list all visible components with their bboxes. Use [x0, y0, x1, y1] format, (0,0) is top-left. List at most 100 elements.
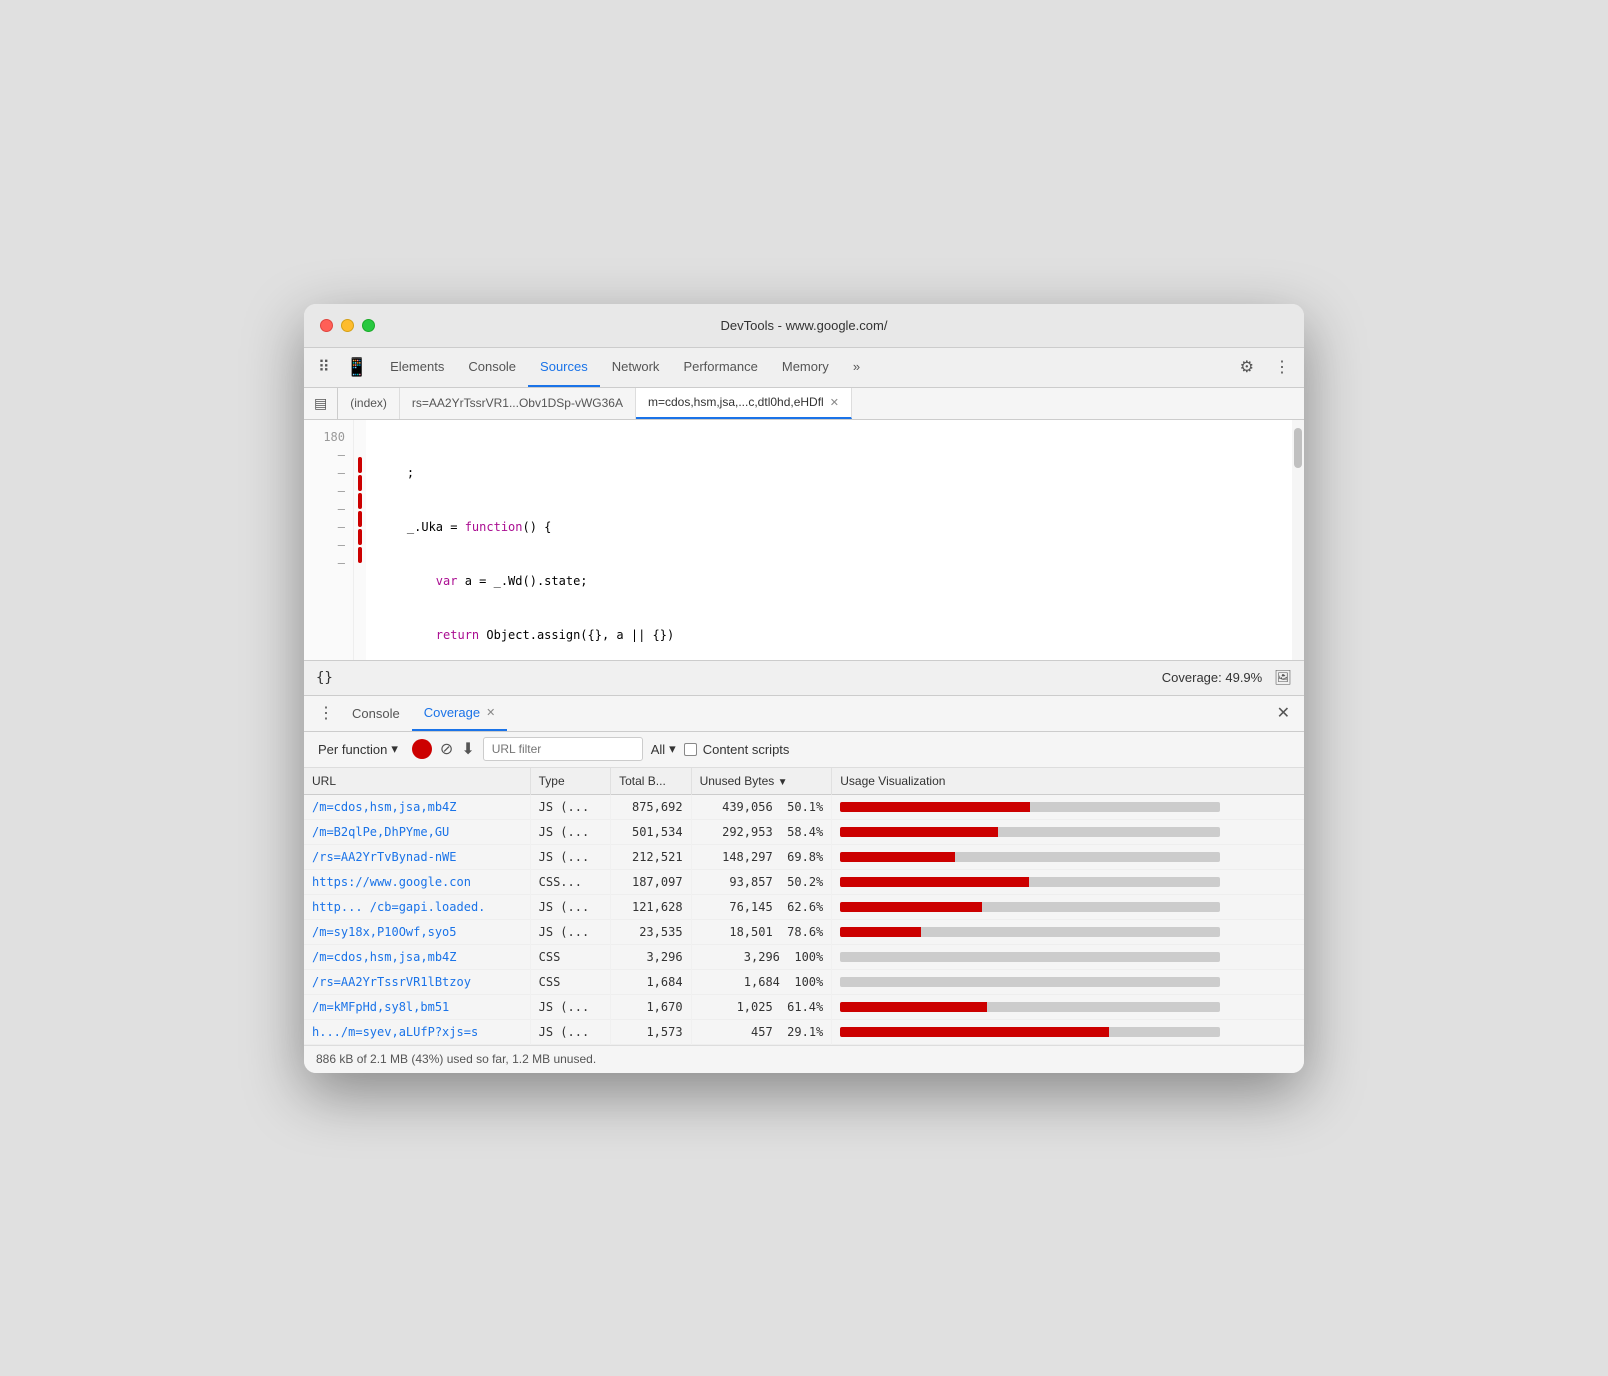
- window-title: DevTools - www.google.com/: [721, 318, 888, 333]
- cell-url: https://www.google.con: [304, 869, 530, 894]
- title-bar: DevTools - www.google.com/: [304, 304, 1304, 348]
- close-button[interactable]: [320, 319, 333, 332]
- devtools-tab-bar: ⠿ 📱 Elements Console Sources Network Per…: [304, 348, 1304, 388]
- settings-button[interactable]: ⚙: [1234, 353, 1260, 381]
- header-type[interactable]: Type: [530, 768, 610, 795]
- cell-type: CSS: [530, 944, 610, 969]
- tab-console[interactable]: Console: [456, 348, 528, 387]
- devtools-toolbar-right: ⚙ ⋮: [1234, 353, 1296, 381]
- tab-more[interactable]: »: [841, 348, 872, 387]
- all-dropdown-arrow-icon: ▾: [669, 741, 676, 757]
- tab-network[interactable]: Network: [600, 348, 672, 387]
- table-row[interactable]: /m=cdos,hsm,jsa,mb4Z JS (... 875,692 439…: [304, 794, 1304, 819]
- table-row[interactable]: http... /cb=gapi.loaded. JS (... 121,628…: [304, 894, 1304, 919]
- tab-performance[interactable]: Performance: [671, 348, 769, 387]
- format-button[interactable]: {}: [316, 670, 333, 686]
- table-row[interactable]: h.../m=syev,aLUfP?xjs=s JS (... 1,573 45…: [304, 1019, 1304, 1044]
- record-button[interactable]: [412, 739, 432, 759]
- per-function-dropdown-icon: ▾: [391, 741, 398, 757]
- cell-total: 1,670: [611, 994, 691, 1019]
- code-content[interactable]: ; _.Uka = function() { var a = _.Wd().st…: [366, 420, 1292, 660]
- device-icon[interactable]: 📱: [340, 353, 374, 382]
- cell-type: JS (...: [530, 1019, 610, 1044]
- minimize-button[interactable]: [341, 319, 354, 332]
- status-text: 886 kB of 2.1 MB (43%) used so far, 1.2 …: [316, 1052, 596, 1066]
- cell-type: JS (...: [530, 794, 610, 819]
- table-row[interactable]: /m=kMFpHd,sy8l,bm51 JS (... 1,670 1,025 …: [304, 994, 1304, 1019]
- panel-close-button[interactable]: ✕: [1271, 699, 1296, 727]
- export-button[interactable]: ⬇: [461, 739, 474, 759]
- file-tab-rs[interactable]: rs=AA2YrTssrVR1...Obv1DSp-vWG36A: [400, 388, 636, 419]
- cell-url: /m=kMFpHd,sy8l,bm51: [304, 994, 530, 1019]
- tab-memory[interactable]: Memory: [770, 348, 841, 387]
- all-dropdown-button[interactable]: All ▾: [651, 741, 676, 757]
- url-filter-input[interactable]: [483, 737, 643, 761]
- header-unused-bytes[interactable]: Unused Bytes ▼: [691, 768, 832, 795]
- cell-visualization: [832, 869, 1304, 894]
- cell-total: 501,534: [611, 819, 691, 844]
- cell-visualization: [832, 844, 1304, 869]
- table-row[interactable]: /m=sy18x,P10Owf,syo5 JS (... 23,535 18,5…: [304, 919, 1304, 944]
- coverage-table-header: URL Type Total B... Unused Bytes ▼ Usage…: [304, 768, 1304, 795]
- panel-tab-console[interactable]: Console: [340, 696, 412, 731]
- clear-button[interactable]: ⊘: [440, 739, 453, 759]
- sidebar-toggle-button[interactable]: ▤: [304, 388, 338, 419]
- per-function-button[interactable]: Per function ▾: [312, 737, 404, 761]
- cell-url: /m=cdos,hsm,jsa,mb4Z: [304, 944, 530, 969]
- file-tab-m[interactable]: m=cdos,hsm,jsa,...c,dtl0hd,eHDfl ✕: [636, 388, 852, 419]
- tab-sources[interactable]: Sources: [528, 348, 600, 387]
- file-tab-close-icon[interactable]: ✕: [830, 396, 839, 409]
- panel-tab-coverage[interactable]: Coverage ✕: [412, 696, 508, 731]
- cell-url: /m=sy18x,P10Owf,syo5: [304, 919, 530, 944]
- cell-type: JS (...: [530, 919, 610, 944]
- cell-unused: 457 29.1%: [691, 1019, 832, 1044]
- maximize-button[interactable]: [362, 319, 375, 332]
- header-total-bytes[interactable]: Total B...: [611, 768, 691, 795]
- table-row[interactable]: https://www.google.con CSS... 187,097 93…: [304, 869, 1304, 894]
- panel-menu-icon[interactable]: ⋮: [312, 699, 340, 727]
- cell-total: 121,628: [611, 894, 691, 919]
- cell-visualization: [832, 794, 1304, 819]
- code-editor: 180 – – – – – – – ; _.Uka = function() {…: [304, 420, 1304, 660]
- code-toolbar: {} Coverage: 49.9% 🖼: [304, 660, 1304, 696]
- coverage-label: Coverage: 49.9%: [1162, 670, 1262, 685]
- cell-visualization: [832, 969, 1304, 994]
- tab-elements[interactable]: Elements: [378, 348, 456, 387]
- header-url[interactable]: URL: [304, 768, 530, 795]
- file-tab-index[interactable]: (index): [338, 388, 400, 419]
- coverage-table-container[interactable]: URL Type Total B... Unused Bytes ▼ Usage…: [304, 768, 1304, 1045]
- coverage-table-body: /m=cdos,hsm,jsa,mb4Z JS (... 875,692 439…: [304, 794, 1304, 1044]
- cell-unused: 148,297 69.8%: [691, 844, 832, 869]
- cell-url: /rs=AA2YrTvBynad-nWE: [304, 844, 530, 869]
- cell-unused: 292,953 58.4%: [691, 819, 832, 844]
- cell-total: 212,521: [611, 844, 691, 869]
- cell-unused: 439,056 50.1%: [691, 794, 832, 819]
- coverage-tab-close-icon[interactable]: ✕: [486, 706, 495, 719]
- table-row[interactable]: /m=cdos,hsm,jsa,mb4Z CSS 3,296 3,296 100…: [304, 944, 1304, 969]
- table-row[interactable]: /rs=AA2YrTvBynad-nWE JS (... 212,521 148…: [304, 844, 1304, 869]
- cell-url: /m=B2qlPe,DhPYme,GU: [304, 819, 530, 844]
- cell-total: 23,535: [611, 919, 691, 944]
- line-numbers: 180 – – – – – – –: [304, 420, 354, 660]
- panel-tab-bar: ⋮ Console Coverage ✕ ✕: [304, 696, 1304, 732]
- more-options-button[interactable]: ⋮: [1268, 353, 1296, 381]
- file-tab-bar: ▤ (index) rs=AA2YrTssrVR1...Obv1DSp-vWG3…: [304, 388, 1304, 420]
- cell-total: 187,097: [611, 869, 691, 894]
- coverage-table: URL Type Total B... Unused Bytes ▼ Usage…: [304, 768, 1304, 1045]
- cell-url: /rs=AA2YrTssrVR1lBtzoy: [304, 969, 530, 994]
- table-row[interactable]: /rs=AA2YrTssrVR1lBtzoy CSS 1,684 1,684 1…: [304, 969, 1304, 994]
- cell-unused: 76,145 62.6%: [691, 894, 832, 919]
- cell-total: 1,573: [611, 1019, 691, 1044]
- cell-visualization: [832, 919, 1304, 944]
- traffic-lights: [320, 319, 375, 332]
- devtools-window: DevTools - www.google.com/ ⠿ 📱 Elements …: [304, 304, 1304, 1073]
- cell-total: 875,692: [611, 794, 691, 819]
- status-bar: 886 kB of 2.1 MB (43%) used so far, 1.2 …: [304, 1045, 1304, 1073]
- code-scrollbar[interactable]: [1292, 420, 1304, 660]
- table-row[interactable]: /m=B2qlPe,DhPYme,GU JS (... 501,534 292,…: [304, 819, 1304, 844]
- screenshot-button[interactable]: 🖼: [1274, 669, 1292, 686]
- cell-type: CSS: [530, 969, 610, 994]
- inspect-icon[interactable]: ⠿: [312, 353, 336, 381]
- cell-url: http... /cb=gapi.loaded.: [304, 894, 530, 919]
- content-scripts-checkbox[interactable]: [684, 743, 697, 756]
